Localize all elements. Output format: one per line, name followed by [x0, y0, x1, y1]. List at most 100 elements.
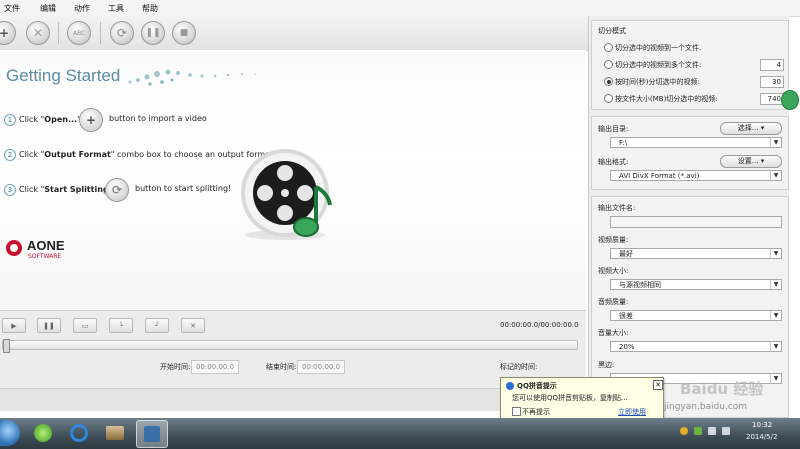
- split-inline-button[interactable]: ⟳: [105, 178, 129, 202]
- pause-player-button[interactable]: ❚❚: [37, 318, 61, 333]
- split-size-radio[interactable]: [604, 94, 613, 103]
- taskbar-video-splitter[interactable]: [136, 420, 168, 448]
- video-quality-combo[interactable]: 最好 ▼: [610, 248, 782, 259]
- output-dir-value: F:\: [619, 139, 628, 147]
- step-bold: Start Splitting: [44, 185, 109, 194]
- pause-icon: ❚❚: [145, 28, 161, 38]
- getting-started-panel: Getting Started 1Click "Open..." + butto…: [0, 50, 586, 310]
- split-time-label: 按时间(秒)分切选中的视频:: [615, 78, 700, 86]
- black-border-label: 黑边:: [598, 361, 615, 369]
- remove-button[interactable]: ✕: [26, 21, 50, 45]
- split-mode-title: 切分模式: [598, 27, 626, 35]
- popup-message: 您可以使用QQ拼音剪贴板，复制贴...: [512, 394, 628, 402]
- output-dir-combo[interactable]: F:\ ▼: [610, 137, 782, 148]
- step-format: 2 Click "Output Format" combo box to choo…: [4, 149, 273, 161]
- step-text: Click ": [19, 150, 45, 159]
- output-dir-label: 输出目录:: [598, 125, 629, 133]
- chevron-down-icon: ▼: [770, 138, 781, 147]
- volume-label: 音量大小:: [598, 329, 629, 337]
- split-size-label: 按文件大小(MB)切分选中的视频:: [615, 95, 718, 103]
- split-time-radio[interactable]: [604, 77, 613, 86]
- volume-icon[interactable]: [722, 427, 730, 435]
- play-button[interactable]: ▶: [2, 318, 26, 333]
- mark-end-button[interactable]: ┘: [145, 318, 169, 333]
- menu-tools[interactable]: 工具: [108, 3, 124, 14]
- close-icon: ✕: [655, 381, 661, 389]
- pause-button[interactable]: ❚❚: [141, 21, 165, 45]
- dont-show-label: 不再提示: [522, 408, 550, 416]
- rename-button[interactable]: ABC: [67, 21, 91, 45]
- video-quality-label: 视频质量:: [598, 236, 629, 244]
- format-settings-button[interactable]: 设置... ▾: [720, 155, 782, 168]
- choose-dir-label: 选择...: [737, 124, 759, 132]
- end-time-field[interactable]: 00:00:00.0: [297, 360, 345, 374]
- clock-time[interactable]: 10:32: [752, 421, 772, 429]
- plus-icon: +: [85, 113, 97, 127]
- output-format-label: 输出格式:: [598, 158, 629, 166]
- chevron-down-icon: ▼: [770, 342, 781, 351]
- audio-quality-combo[interactable]: 很差 ▼: [610, 310, 782, 321]
- choose-dir-button[interactable]: 选择... ▾: [720, 122, 782, 135]
- format-settings-label: 设置...: [737, 157, 759, 165]
- dont-show-checkbox[interactable]: [512, 407, 521, 416]
- start-split-button[interactable]: ⟳: [110, 21, 134, 45]
- play-icon: ▶: [11, 321, 17, 330]
- side-toggle-button[interactable]: [781, 90, 799, 110]
- refresh-icon: ⟳: [111, 183, 123, 197]
- decorative-dots-icon: [128, 69, 256, 86]
- output-format-value: AVI DivX Format (*.avi): [619, 172, 700, 180]
- menu-edit[interactable]: 编辑: [40, 3, 56, 14]
- split-multi-radio[interactable]: [604, 60, 613, 69]
- step-text: Click ": [19, 185, 45, 194]
- logo-text: AONE: [27, 238, 65, 253]
- video-size-label: 视频大小:: [598, 267, 629, 275]
- filename-label: 输出文件名:: [598, 204, 636, 212]
- popup-close-button[interactable]: ✕: [653, 380, 663, 390]
- network-icon[interactable]: [708, 427, 716, 435]
- chevron-down-icon: ▼: [770, 374, 781, 383]
- open-button[interactable]: +: [0, 21, 16, 45]
- taskbar: 10:32 2014/5/2: [0, 418, 800, 449]
- start-button[interactable]: [0, 420, 20, 446]
- bracket-right-icon: ┘: [154, 321, 160, 330]
- qq-pinyin-popup: QQ拼音提示 ✕ 您可以使用QQ拼音剪贴板，复制贴... 不再提示 立即使用: [500, 377, 664, 421]
- chevron-down-icon: ▼: [770, 249, 781, 258]
- split-one-radio[interactable]: [604, 43, 613, 52]
- menu-file[interactable]: 文件: [4, 3, 20, 14]
- seek-bar[interactable]: [2, 339, 578, 353]
- start-time-label: 开始时间:: [160, 363, 191, 371]
- logo-mark-inner: [10, 244, 18, 252]
- chevron-down-icon: ▼: [770, 171, 781, 180]
- tray-icon[interactable]: [680, 427, 688, 435]
- taskbar-media-player[interactable]: [100, 420, 130, 446]
- open-inline-button[interactable]: +: [79, 108, 103, 132]
- split-mode-group: 切分模式 切分选中的视频到一个文件. 切分选中的视频到多个文件: 4 按时间(秒…: [591, 20, 789, 110]
- stop-player-button[interactable]: ▭: [73, 318, 97, 333]
- video-size-combo[interactable]: 与源视频相同 ▼: [610, 279, 782, 290]
- menu-action[interactable]: 动作: [74, 3, 90, 14]
- refresh-icon: ⟳: [116, 26, 128, 40]
- end-time-label: 结束时间:: [266, 363, 297, 371]
- use-now-link[interactable]: 立即使用: [618, 407, 646, 417]
- output-format-combo[interactable]: AVI DivX Format (*.avi) ▼: [610, 170, 782, 181]
- menu-help[interactable]: 帮助: [142, 3, 158, 14]
- volume-combo[interactable]: 20% ▼: [610, 341, 782, 352]
- video-quality-value: 最好: [619, 250, 633, 258]
- taskbar-360-browser[interactable]: [28, 420, 58, 446]
- stop-button[interactable]: ■: [172, 21, 196, 45]
- menu-bar: 文件 编辑 动作 工具 帮助: [0, 0, 800, 17]
- start-time-field[interactable]: 00:00:00.0: [191, 360, 239, 374]
- popup-title: QQ拼音提示: [517, 382, 557, 390]
- media-player-icon: [106, 426, 124, 440]
- mark-start-button[interactable]: └: [109, 318, 133, 333]
- video-size-value: 与源视频相同: [619, 281, 661, 289]
- taskbar-ie[interactable]: [64, 420, 94, 446]
- split-multi-input[interactable]: 4: [760, 59, 784, 71]
- filename-input[interactable]: [610, 216, 782, 228]
- stop-icon: ▭: [81, 321, 89, 330]
- seek-handle[interactable]: [3, 339, 10, 353]
- tray-icon[interactable]: [694, 427, 702, 435]
- split-time-input[interactable]: 30: [760, 76, 784, 88]
- clock-date[interactable]: 2014/5/2: [746, 433, 777, 441]
- clear-marks-button[interactable]: ✕: [181, 318, 205, 333]
